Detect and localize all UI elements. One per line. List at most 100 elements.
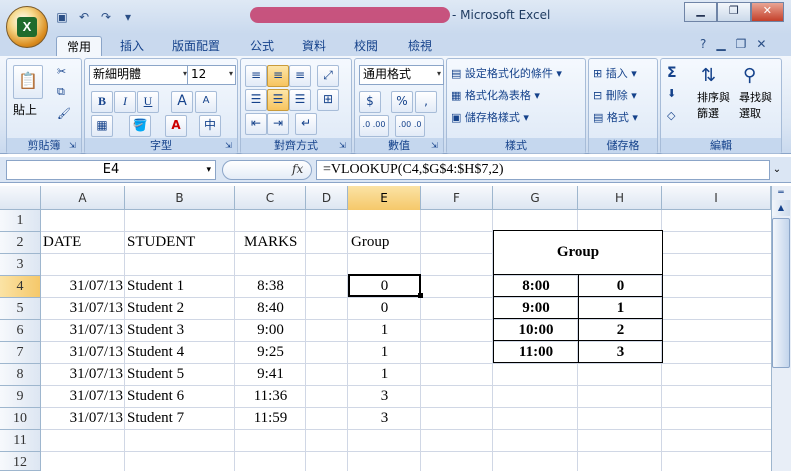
restore-doc-icon[interactable]: ❐ — [736, 37, 747, 51]
wrap-text-icon[interactable]: ↵ — [295, 113, 317, 135]
tab-insert[interactable]: 插入 — [110, 36, 154, 56]
font-size-select[interactable]: 12 ▾ — [187, 65, 236, 85]
increase-decimal-button[interactable]: .0 .00 — [359, 115, 389, 137]
paste-label[interactable]: 貼上 — [13, 101, 37, 118]
phonetic-guide-button[interactable]: 中 — [199, 115, 221, 137]
column-header-g[interactable]: G — [493, 186, 578, 210]
clear-icon[interactable]: ◇ — [667, 109, 675, 122]
select-all-button[interactable] — [0, 186, 41, 210]
cell-c10[interactable]: 11:59 — [235, 407, 306, 429]
align-middle-icon[interactable]: ≡ — [267, 65, 289, 87]
cell-g6[interactable]: 10:00 — [493, 319, 579, 341]
save-icon[interactable]: ▣ — [54, 9, 70, 25]
comma-button[interactable]: , — [415, 91, 437, 113]
dialog-launcher-icon[interactable]: ⇲ — [69, 141, 79, 151]
align-right-icon[interactable]: ☰ — [289, 89, 311, 111]
cell-b2[interactable]: STUDENT — [127, 231, 195, 253]
merge-center-icon[interactable]: ⊞ — [317, 89, 339, 111]
cell-a2[interactable]: DATE — [43, 231, 81, 253]
row-header-12[interactable]: 12 — [0, 452, 41, 471]
align-center-icon[interactable]: ☰ — [267, 89, 289, 111]
orientation-icon[interactable]: ⤢ — [317, 65, 339, 87]
cell-e6[interactable]: 1 — [348, 319, 421, 341]
cell-a10[interactable]: 31/07/13 — [43, 407, 123, 429]
dialog-launcher-icon[interactable]: ⇲ — [225, 141, 235, 151]
cell-b8[interactable]: Student 5 — [127, 363, 184, 385]
number-format-select[interactable]: 通用格式 ▾ — [359, 65, 444, 85]
format-cells-button[interactable]: ▤ 格式 ▾ — [593, 109, 638, 125]
tab-view[interactable]: 檢視 — [398, 36, 442, 56]
cell-e5[interactable]: 0 — [348, 297, 421, 319]
cell-a5[interactable]: 31/07/13 — [43, 297, 123, 319]
row-header-6[interactable]: 6 — [0, 320, 41, 342]
delete-cells-button[interactable]: ⊟ 刪除 ▾ — [593, 87, 637, 103]
cell-a8[interactable]: 31/07/13 — [43, 363, 123, 385]
tab-page-layout[interactable]: 版面配置 — [164, 36, 228, 56]
row-header-7[interactable]: 7 — [0, 342, 41, 364]
formula-input[interactable]: =VLOOKUP(C4,$G$4:$H$7,2) — [316, 160, 770, 180]
format-as-table-button[interactable]: ▦ 格式化為表格 ▾ — [451, 87, 540, 103]
column-header-i[interactable]: I — [662, 186, 771, 210]
minimize-doc-icon[interactable]: ▁ — [716, 37, 725, 51]
find-select-label-1[interactable]: 尋找與 — [739, 89, 772, 105]
row-header-10[interactable]: 10 — [0, 408, 41, 430]
column-header-b[interactable]: B — [125, 186, 235, 210]
cell-a9[interactable]: 31/07/13 — [43, 385, 123, 407]
cell-c5[interactable]: 8:40 — [235, 297, 306, 319]
column-header-h[interactable]: H — [578, 186, 662, 210]
minimize-button[interactable]: ▁ — [684, 2, 718, 22]
dialog-launcher-icon[interactable]: ⇲ — [431, 141, 441, 151]
underline-button[interactable]: U — [137, 91, 159, 113]
decrease-decimal-button[interactable]: .00 .0 — [395, 115, 425, 137]
align-bottom-icon[interactable]: ≡ — [289, 65, 311, 87]
undo-icon[interactable]: ↶ — [76, 9, 92, 25]
scrollbar-thumb[interactable] — [772, 218, 790, 368]
cell-e10[interactable]: 3 — [348, 407, 421, 429]
row-header-11[interactable]: 11 — [0, 430, 41, 452]
close-doc-icon[interactable]: ✕ — [756, 37, 766, 51]
insert-function-icon[interactable]: fx — [292, 162, 303, 176]
row-header-8[interactable]: 8 — [0, 364, 41, 386]
cell-b4[interactable]: Student 1 — [127, 275, 184, 297]
cell-e9[interactable]: 3 — [348, 385, 421, 407]
office-button[interactable]: X — [6, 6, 48, 48]
lookup-title[interactable]: Group — [493, 241, 663, 263]
align-left-icon[interactable]: ☰ — [245, 89, 267, 111]
conditional-formatting-button[interactable]: ▤ 設定格式化的條件 ▾ — [451, 65, 562, 81]
tab-review[interactable]: 校閱 — [344, 36, 388, 56]
copy-icon[interactable]: ⧉ — [57, 85, 65, 99]
cell-g4[interactable]: 8:00 — [493, 275, 579, 297]
borders-icon[interactable]: ▦ — [91, 115, 113, 137]
dialog-launcher-icon[interactable]: ⇲ — [339, 141, 349, 151]
cell-b10[interactable]: Student 7 — [127, 407, 184, 429]
cell-b7[interactable]: Student 4 — [127, 341, 184, 363]
cell-h4[interactable]: 0 — [578, 275, 663, 297]
cell-e8[interactable]: 1 — [348, 363, 421, 385]
cell-c4[interactable]: 8:38 — [235, 275, 306, 297]
scroll-up-icon[interactable]: ▲ — [772, 200, 790, 216]
redo-icon[interactable]: ↷ — [98, 9, 114, 25]
row-header-3[interactable]: 3 — [0, 254, 41, 276]
cell-c6[interactable]: 9:00 — [235, 319, 306, 341]
column-header-a[interactable]: A — [41, 186, 125, 210]
cell-h7[interactable]: 3 — [578, 341, 663, 363]
fill-handle[interactable] — [418, 293, 423, 298]
accounting-format-icon[interactable]: $ — [359, 91, 381, 113]
find-select-label-2[interactable]: 選取 — [739, 105, 761, 121]
cell-h5[interactable]: 1 — [578, 297, 663, 319]
cell-b5[interactable]: Student 2 — [127, 297, 184, 319]
cell-c7[interactable]: 9:25 — [235, 341, 306, 363]
insert-cells-button[interactable]: ⊞ 插入 ▾ — [593, 65, 637, 81]
split-box-icon[interactable]: ═ — [772, 187, 790, 199]
row-header-2[interactable]: 2 — [0, 232, 41, 254]
cut-icon[interactable]: ✂ — [57, 65, 66, 78]
expand-formula-icon[interactable]: ⌄ — [770, 160, 784, 180]
tab-formulas[interactable]: 公式 — [240, 36, 284, 56]
percent-button[interactable]: % — [391, 91, 413, 113]
paste-icon[interactable]: 📋 — [13, 65, 43, 99]
row-header-9[interactable]: 9 — [0, 386, 41, 408]
sort-filter-label-1[interactable]: 排序與 — [697, 89, 730, 105]
sort-filter-icon[interactable]: ⇅ — [701, 65, 716, 86]
column-header-c[interactable]: C — [235, 186, 306, 210]
cell-e7[interactable]: 1 — [348, 341, 421, 363]
